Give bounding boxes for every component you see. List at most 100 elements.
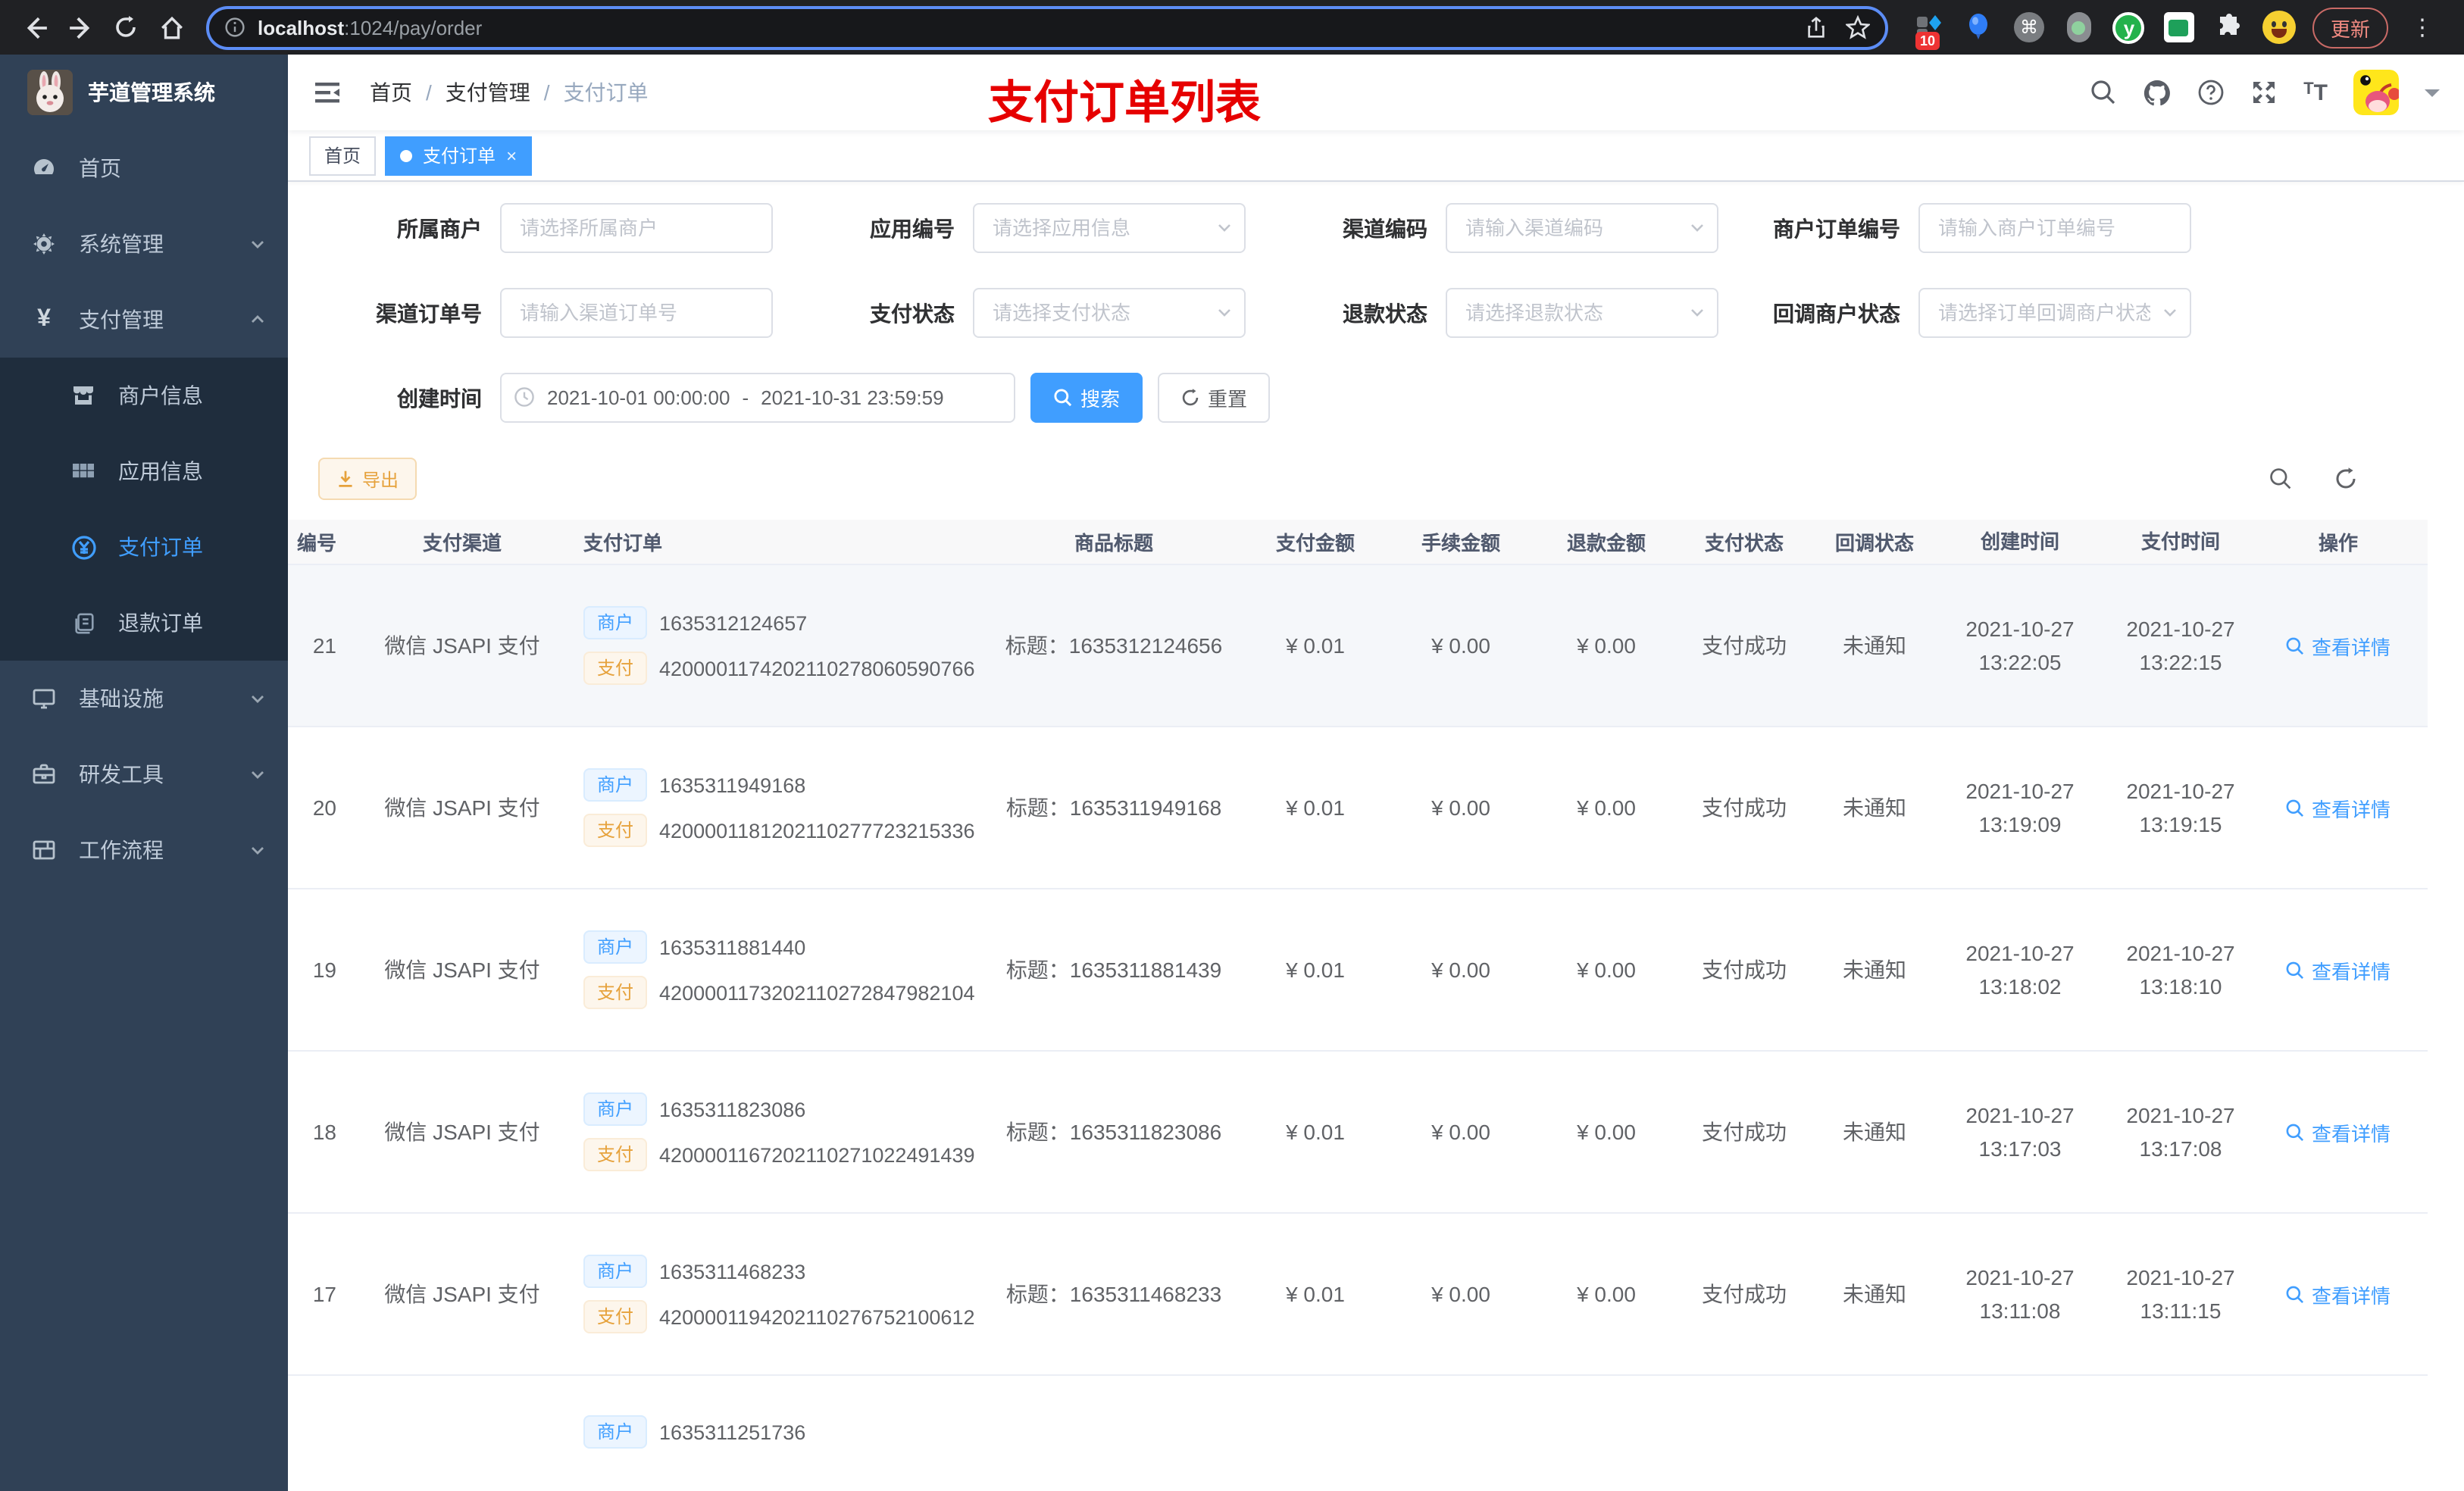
order-number: 4200001194202110276752100612 (659, 1305, 975, 1328)
table-row-partial: 商户 1635311251736 (288, 1376, 2428, 1491)
filter-group: 渠道编码 (1264, 203, 1737, 253)
dashboard-icon (30, 156, 58, 180)
app-filter[interactable] (973, 203, 1246, 253)
breadcrumb-home[interactable]: 首页 (370, 77, 412, 108)
extension-badge-icon[interactable]: 10 (1912, 11, 1946, 50)
back-icon[interactable] (15, 8, 55, 47)
sidebar-item-home[interactable]: 首页 (0, 130, 288, 206)
channel-order-no-filter-input[interactable] (500, 288, 773, 338)
amount-cell: ¥ 0.01 (1286, 958, 1345, 982)
order-id-cell: 18 (312, 1120, 336, 1144)
merchant-tag: 商户 (583, 1415, 648, 1449)
channel-code-filter[interactable] (1446, 203, 1718, 253)
app-logo[interactable]: 芋道管理系统 (0, 55, 288, 130)
pay-status-filter[interactable] (973, 288, 1246, 338)
table-row: 20 微信 JSAPI 支付 商户 1635311949168 支付 4200001181… (288, 727, 2428, 889)
column-header: 商品标题 (1074, 532, 1153, 555)
sidebar-item-devtools[interactable]: 研发工具 (0, 736, 288, 812)
pay-order-cell: 商户 1635311251736 (561, 1376, 985, 1461)
view-details-link[interactable]: 查看详情 (2286, 955, 2391, 984)
reload-icon[interactable] (106, 8, 145, 47)
sidebar-item-app-info[interactable]: 应用信息 (0, 433, 288, 509)
view-details-link[interactable]: 查看详情 (2286, 1280, 2391, 1308)
search-icon[interactable] (2090, 79, 2117, 106)
app-filter-input[interactable] (973, 203, 1246, 253)
pay-time-cell: 2021-10-27 13:11:15 (2126, 1265, 2235, 1323)
merchant-order-no-filter-input[interactable] (1918, 203, 2191, 253)
view-details-link[interactable]: 查看详情 (2286, 631, 2391, 660)
site-info-icon[interactable] (224, 17, 245, 38)
fullscreen-icon[interactable] (2250, 79, 2278, 106)
tags-view-bar: 首页 支付订单 × (288, 130, 2464, 182)
merchant-filter-input[interactable] (500, 203, 773, 253)
avatar-caret-icon[interactable] (2425, 89, 2440, 104)
tab-pay-order[interactable]: 支付订单 × (385, 136, 533, 175)
app-title: 芋道管理系统 (88, 80, 215, 105)
column-header: 回调状态 (1834, 532, 1914, 555)
order-line: 支付 4200001173202110272847982104 (583, 976, 985, 1009)
github-icon[interactable] (2143, 78, 2172, 107)
sidebar-item-workflow[interactable]: 工作流程 (0, 812, 288, 888)
view-details-link[interactable]: 查看详情 (2286, 793, 2391, 822)
pay-order-cell: 商户 1635311949168 支付 42000011812021102777232… (561, 756, 985, 859)
share-icon[interactable] (1805, 16, 1828, 39)
forward-icon[interactable] (61, 8, 100, 47)
pay-time-cell: 2021-10-27 13:18:10 (2126, 941, 2235, 999)
refund-status-filter[interactable] (1446, 288, 1718, 338)
table-header: 编号 支付渠道 支付订单 商品标题 支付金额 手续金额 退款金额 支付状态 回调状态 创建时间 支付… (288, 520, 2428, 565)
home-icon[interactable] (152, 8, 191, 47)
fee-cell: ¥ 0.00 (1431, 796, 1490, 820)
channel-order-no-filter[interactable] (500, 288, 773, 338)
command-extension-icon[interactable]: ⌘ (2012, 11, 2046, 44)
reset-button[interactable]: 重置 (1158, 373, 1271, 423)
pay-tag: 支付 (583, 1300, 648, 1333)
export-button[interactable]: 导出 (318, 458, 417, 500)
refund-status-filter-input[interactable] (1446, 288, 1718, 338)
puzzle-extensions-icon[interactable] (2212, 11, 2246, 44)
merchant-filter-label: 所属商户 (397, 216, 482, 240)
sidebar-item-system[interactable]: 系统管理 (0, 206, 288, 282)
y-extension-icon[interactable]: y (2112, 11, 2146, 44)
search-button[interactable]: 搜索 (1030, 373, 1143, 423)
profile-avatar-icon[interactable] (2262, 11, 2296, 44)
user-avatar[interactable] (2353, 70, 2399, 115)
create-time-label: 创建时间 (397, 386, 482, 410)
toggle-search-icon[interactable] (2269, 467, 2293, 491)
tab-home[interactable]: 首页 (309, 136, 377, 175)
pay-tag: 支付 (583, 976, 648, 1009)
sidebar-item-infra[interactable]: 基础设施 (0, 661, 288, 736)
extension-badge-count: 10 (1915, 32, 1940, 50)
pay-status-filter-input[interactable] (973, 288, 1246, 338)
sidebar-item-merchant-info[interactable]: 商户信息 (0, 358, 288, 433)
breadcrumb-pay[interactable]: 支付管理 (446, 77, 530, 108)
help-icon[interactable] (2197, 79, 2225, 106)
sidebar-collapse-icon[interactable] (312, 77, 342, 108)
create-time-range-picker[interactable]: 2021-10-01 00:00:00 - 2021-10-31 23:59:5… (500, 373, 1015, 423)
merchant-order-no-filter[interactable] (1918, 203, 2191, 253)
font-size-icon[interactable]: TT (2303, 80, 2328, 105)
refresh-table-icon[interactable] (2334, 467, 2358, 491)
order-number: 1635312124657 (659, 611, 808, 634)
sidebar-item-refund-order[interactable]: 退款订单 (0, 585, 288, 661)
balloon-extension-icon[interactable] (1962, 11, 1996, 44)
filter-row-2: 渠道订单号 支付状态 退款状态 回调商户状态 (318, 288, 2449, 338)
sidebar-item-pay-order[interactable]: 支付订单 (0, 509, 288, 585)
chat-extension-icon[interactable] (2162, 11, 2196, 44)
logo-rabbit-icon (27, 70, 73, 115)
pay-status-cell: 支付成功 (1702, 1282, 1787, 1306)
bookmark-star-icon[interactable] (1845, 15, 1870, 39)
browser-menu-icon[interactable]: ⋮ (2405, 14, 2440, 41)
channel-code-filter-input[interactable] (1446, 203, 1718, 253)
notify-status-filter[interactable] (1918, 288, 2191, 338)
recorder-extension-icon[interactable] (2062, 11, 2096, 44)
merchant-filter[interactable] (500, 203, 773, 253)
browser-update-button[interactable]: 更新 (2312, 7, 2388, 48)
notify-status-filter-input[interactable] (1918, 288, 2191, 338)
sidebar-item-pay[interactable]: ¥ 支付管理 (0, 282, 288, 358)
column-header: 编号 (296, 532, 336, 555)
view-details-link[interactable]: 查看详情 (2286, 1117, 2391, 1146)
close-tab-icon[interactable]: × (506, 145, 517, 166)
column-header: 支付渠道 (422, 532, 502, 555)
table-row: 21 微信 JSAPI 支付 商户 1635312124657 支付 4200001174… (288, 565, 2428, 727)
address-bar[interactable]: localhost:1024/pay/order (206, 5, 1888, 49)
